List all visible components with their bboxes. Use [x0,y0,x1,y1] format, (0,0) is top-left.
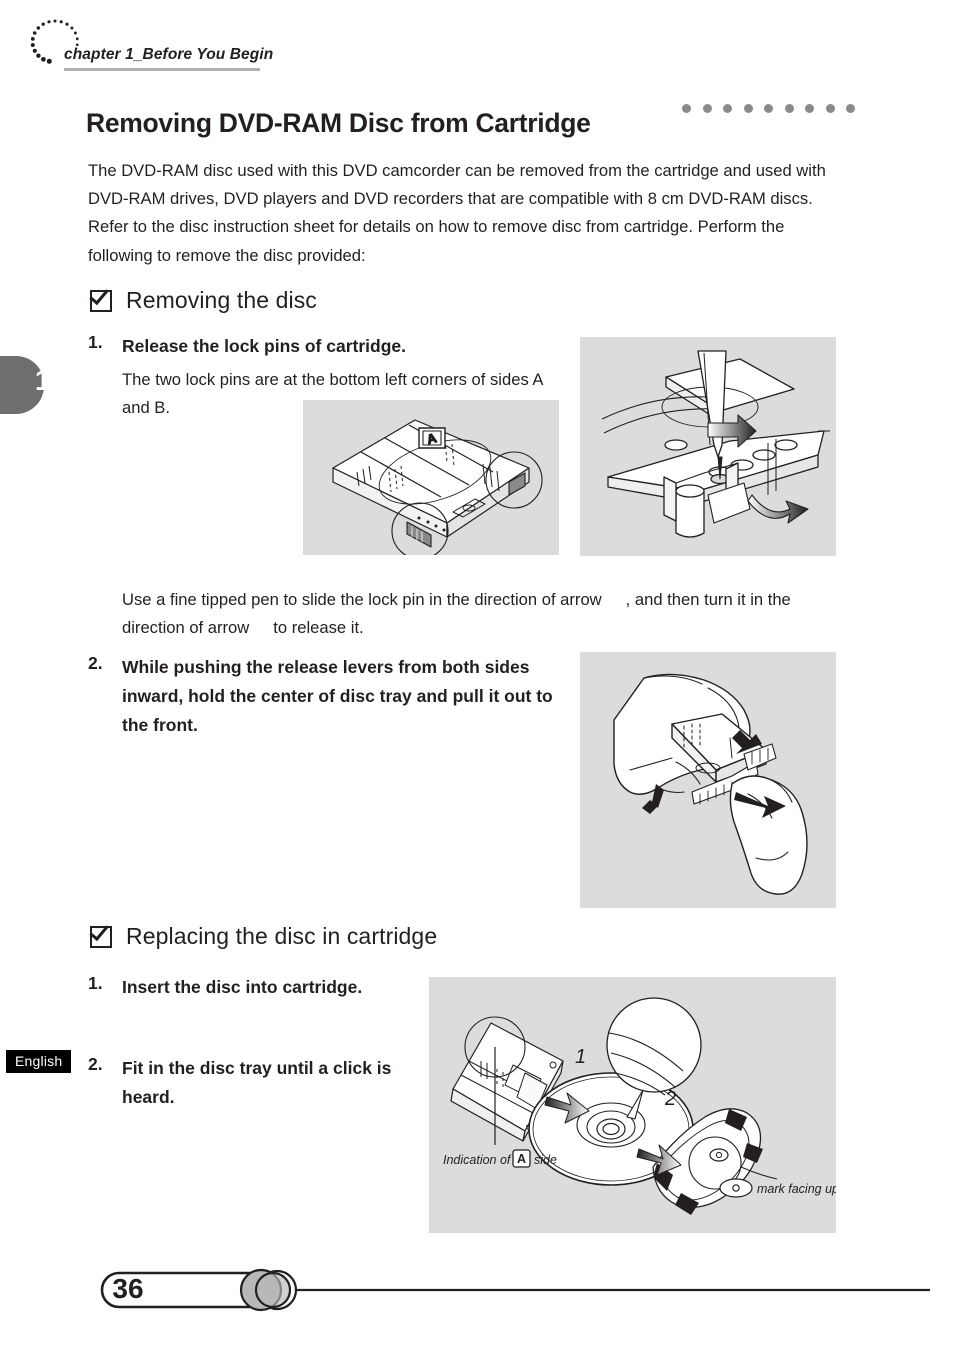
step-item: 2. Fit in the disc tray until a click is… [88,1054,408,1112]
section-title-text: Removing the disc [126,287,317,313]
step-text: While pushing the release levers from bo… [122,657,553,735]
figure-pen-release-lock-pin [580,337,836,556]
step-item: 1. Release the lock pins of cartridge. [88,332,558,361]
language-badge: English [6,1050,72,1073]
step-number: 1. [88,973,103,993]
figure-label-1: 1 [575,1046,586,1068]
checkbox-check-icon [90,289,112,312]
intro-paragraph: The DVD-RAM disc used with this DVD camc… [88,160,826,265]
step-number: 2. [88,653,103,673]
step-number: 1. [88,332,103,352]
figure-hands-pull-disc-tray [580,652,836,908]
step-text: Insert the disc into cartridge. [122,977,363,997]
page-title: Removing DVD-RAM Disc from Cartridge [86,107,591,138]
figure-replace-disc-in-cartridge: 1 2 Indication of A side mark facing up [429,977,836,1233]
figure-caption-indication-suffix: side [534,1153,557,1167]
note-fine-pen-part-a: Use a fine tipped pen to slide the lock … [122,590,602,609]
chapter-tab-number: 1 [34,365,52,397]
title-dot-ornament [682,104,855,113]
note-fine-tipped-pen: Use a fine tipped pen to slide the lock … [122,586,842,643]
page-number: 36 [112,1273,144,1304]
section-heading-removing-the-disc: Removing the disc [90,287,317,314]
step-number: 2. [88,1054,103,1074]
step-item: 1. Insert the disc into cartridge. [88,973,408,1002]
chapter-breadcrumb-rule [64,68,260,71]
step-item: 2. While pushing the release levers from… [88,653,558,740]
figure-caption-mark-facing-up: mark facing up [757,1182,836,1196]
section-title-text: Replacing the disc in cartridge [126,923,438,949]
figure-cartridge-lock-pins: A [303,400,559,555]
section-heading-replacing-the-disc: Replacing the disc in cartridge [90,923,437,950]
note-fine-pen-part-c: to release it. [273,618,364,638]
step-text: Fit in the disc tray until a click is he… [122,1058,392,1107]
figure-caption-indication-letter: A [517,1152,526,1166]
step-text: Release the lock pins of cartridge. [122,336,406,356]
checkbox-check-icon [90,925,112,948]
figure-caption-indication-prefix: Indication of [443,1153,512,1167]
chapter-breadcrumb: chapter 1_Before You Begin [64,46,274,63]
figure-label-2: 2 [664,1088,676,1110]
